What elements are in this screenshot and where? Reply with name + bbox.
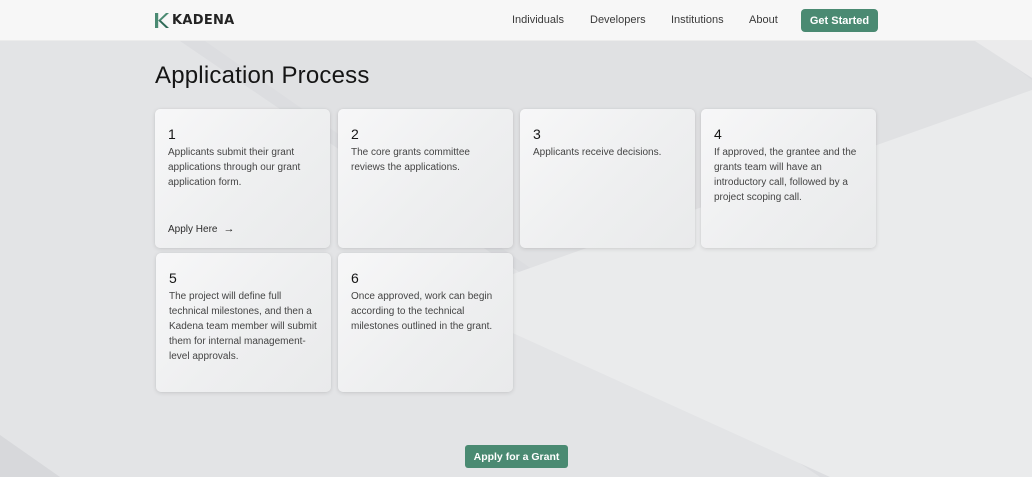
apply-here-link[interactable]: Apply Here → bbox=[168, 223, 234, 235]
get-started-button[interactable]: Get Started bbox=[801, 9, 878, 32]
process-step-card-2: 2 The core grants committee reviews the … bbox=[338, 109, 513, 248]
process-step-card-3: 3 Applicants receive decisions. bbox=[520, 109, 695, 248]
step-number: 4 bbox=[714, 126, 722, 142]
step-description: Applicants receive decisions. bbox=[533, 147, 662, 158]
step-number: 3 bbox=[533, 126, 541, 142]
process-step-card-4: 4 If approved, the grantee and the grant… bbox=[701, 109, 876, 248]
step-number: 5 bbox=[169, 270, 177, 286]
nav-developers[interactable]: Developers bbox=[590, 14, 646, 26]
process-step-card-1: 1 Applicants submit their grant applicat… bbox=[155, 109, 330, 248]
step-number: 1 bbox=[168, 126, 176, 142]
apply-here-label: Apply Here bbox=[168, 223, 218, 235]
arrow-right-icon: → bbox=[223, 223, 235, 235]
step-description: Applicants submit their grant applicatio… bbox=[168, 147, 301, 188]
kadena-logo[interactable]: KADENA bbox=[155, 12, 235, 29]
nav-individuals[interactable]: Individuals bbox=[512, 14, 564, 26]
logo-wordmark: KADENA bbox=[172, 13, 235, 28]
step-number: 6 bbox=[351, 270, 359, 286]
nav-institutions[interactable]: Institutions bbox=[671, 14, 724, 26]
step-description: If approved, the grantee and the grants … bbox=[714, 147, 857, 203]
main-content: Application Process 1 Applicants submit … bbox=[0, 0, 1032, 477]
nav-about[interactable]: About bbox=[749, 14, 778, 26]
top-nav-bar: KADENA Individuals Developers Institutio… bbox=[0, 0, 1032, 41]
apply-for-grant-button[interactable]: Apply for a Grant bbox=[465, 445, 568, 468]
step-number: 2 bbox=[351, 126, 359, 142]
page-title: Application Process bbox=[155, 62, 370, 89]
step-description: The project will define full technical m… bbox=[169, 291, 317, 362]
process-step-card-5: 5 The project will define full technical… bbox=[156, 253, 331, 392]
step-description: Once approved, work can begin according … bbox=[351, 291, 493, 332]
process-step-card-6: 6 Once approved, work can begin accordin… bbox=[338, 253, 513, 392]
step-description: The core grants committee reviews the ap… bbox=[351, 147, 470, 173]
kadena-logo-icon bbox=[155, 13, 169, 28]
